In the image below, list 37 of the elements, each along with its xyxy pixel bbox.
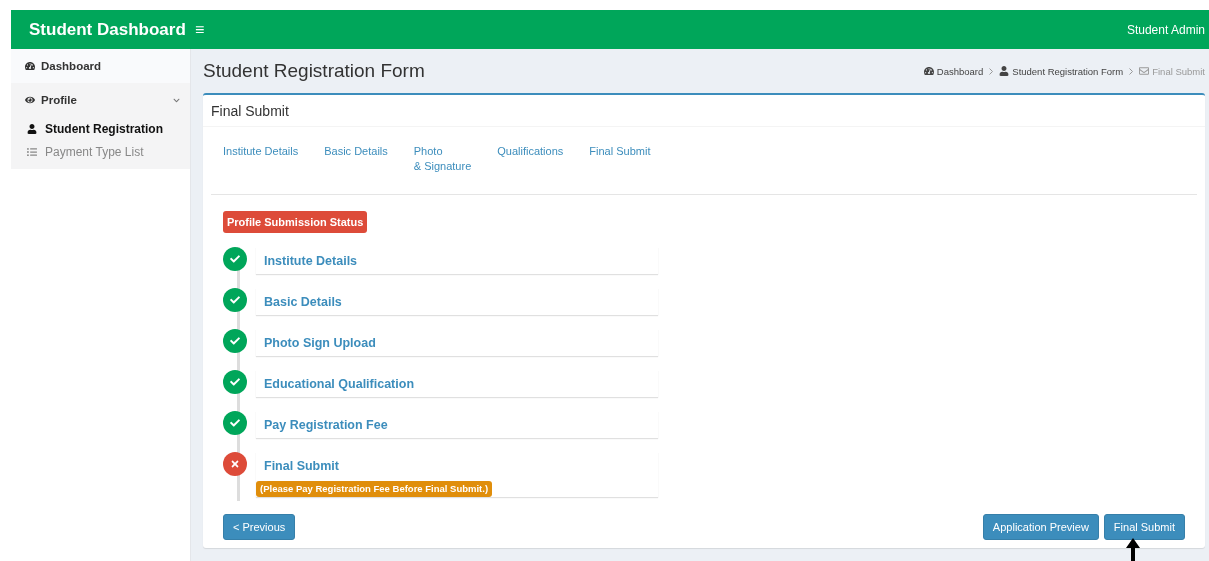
list-icon xyxy=(27,146,37,157)
brand-title: Student Dashboard xyxy=(28,19,187,40)
breadcrumb-link[interactable]: Final Submit xyxy=(1139,65,1205,77)
step-title: Pay Registration Fee xyxy=(263,417,389,434)
previous-button[interactable]: < Previous xyxy=(223,514,296,540)
envelope-icon xyxy=(1139,66,1150,76)
step-tab[interactable]: Photo & Signature xyxy=(413,144,472,194)
step-tab[interactable]: Institute Details xyxy=(223,144,299,194)
sidebar-subitem[interactable]: Student Registration xyxy=(25,117,180,140)
user-icon xyxy=(27,123,37,134)
eye-icon xyxy=(25,95,35,105)
chevron-right-icon xyxy=(989,67,994,75)
chevron-right-icon xyxy=(1129,67,1134,75)
step-title: Institute Details xyxy=(263,253,359,270)
preview-button[interactable]: Application Preview xyxy=(982,514,1099,540)
pointer-arrow xyxy=(1123,538,1143,561)
menu-icon[interactable]: ≡ xyxy=(195,20,205,39)
step-tab[interactable]: Basic Details xyxy=(324,144,388,194)
page-title: Student Registration Form xyxy=(203,60,425,82)
step-title: Educational Qualification xyxy=(263,376,416,393)
sidebar-subitem[interactable]: Payment Type List xyxy=(25,140,180,163)
dashboard-icon xyxy=(25,61,35,71)
breadcrumb-link[interactable]: Dashboard xyxy=(923,65,984,77)
warning-note: (Please Pay Registration Fee Before Final Submit.) xyxy=(256,481,493,497)
submit-button[interactable]: Final Submit xyxy=(1103,514,1185,540)
breadcrumb-link[interactable]: Student Registration Form xyxy=(999,65,1124,77)
step-title: Basic Details xyxy=(263,294,343,311)
sidebar-item[interactable]: Profile xyxy=(25,83,180,117)
step-title: Photo Sign Upload xyxy=(263,335,377,352)
user-icon xyxy=(999,66,1010,76)
step-tab[interactable]: Final Submit xyxy=(589,144,651,194)
step-title: Final Submit xyxy=(263,458,340,475)
status-label: Profile Submission Status xyxy=(223,211,368,233)
panel-title: Final Submit xyxy=(211,102,289,119)
user-name[interactable]: Student Admin xyxy=(1126,22,1205,37)
step-tab[interactable]: Qualifications xyxy=(497,144,564,194)
dashboard-icon xyxy=(923,66,934,76)
